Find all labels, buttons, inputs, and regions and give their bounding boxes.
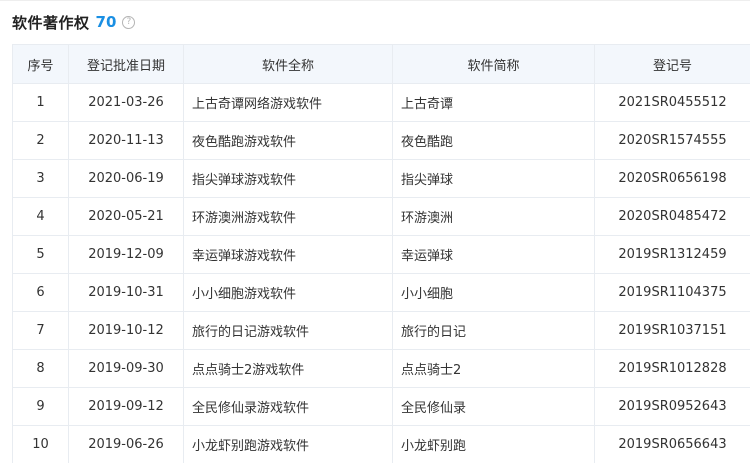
cell-full-name: 幸运弹球游戏软件 (183, 235, 393, 274)
cell-approval-date: 2019-12-09 (68, 235, 184, 274)
cell-registration-number: 2020SR0656198 (594, 159, 750, 198)
top-divider (0, 0, 750, 1)
cell-full-name: 全民修仙录游戏软件 (183, 387, 393, 426)
cell-approval-date: 2019-09-12 (68, 387, 184, 426)
cell-short-name: 小龙虾别跑 (392, 425, 595, 463)
cell-full-name: 点点骑士2游戏软件 (183, 349, 393, 388)
table-row: 5 2019-12-09 幸运弹球游戏软件 幸运弹球 2019SR1312459 (12, 235, 750, 274)
cell-registration-number: 2019SR1037151 (594, 311, 750, 350)
cell-index: 2 (12, 121, 69, 160)
table-row: 6 2019-10-31 小小细胞游戏软件 小小细胞 2019SR1104375 (12, 273, 750, 312)
cell-approval-date: 2020-06-19 (68, 159, 184, 198)
cell-short-name: 夜色酷跑 (392, 121, 595, 160)
table-row: 10 2019-06-26 小龙虾别跑游戏软件 小龙虾别跑 2019SR0656… (12, 425, 750, 463)
cell-registration-number: 2020SR0485472 (594, 197, 750, 236)
cell-short-name: 旅行的日记 (392, 311, 595, 350)
cell-short-name: 小小细胞 (392, 273, 595, 312)
cell-approval-date: 2020-11-13 (68, 121, 184, 160)
table-row: 4 2020-05-21 环游澳洲游戏软件 环游澳洲 2020SR0485472 (12, 197, 750, 236)
table-row: 8 2019-09-30 点点骑士2游戏软件 点点骑士2 2019SR10128… (12, 349, 750, 388)
section-count: 70 (95, 13, 117, 31)
cell-index: 10 (12, 425, 69, 463)
cell-short-name: 上古奇谭 (392, 83, 595, 122)
cell-registration-number: 2019SR0656643 (594, 425, 750, 463)
cell-registration-number: 2019SR1104375 (594, 273, 750, 312)
column-header-index: 序号 (12, 44, 69, 84)
column-header-short-name: 软件简称 (392, 44, 595, 84)
cell-short-name: 全民修仙录 (392, 387, 595, 426)
cell-index: 5 (12, 235, 69, 274)
section-header: 软件著作权 70 ? (12, 11, 136, 33)
cell-full-name: 小小细胞游戏软件 (183, 273, 393, 312)
cell-index: 9 (12, 387, 69, 426)
table-row: 1 2021-03-26 上古奇谭网络游戏软件 上古奇谭 2021SR04555… (12, 83, 750, 122)
software-copyright-table: 序号 登记批准日期 软件全称 软件简称 登记号 1 2021-03-26 上古奇… (12, 44, 750, 463)
cell-registration-number: 2019SR1312459 (594, 235, 750, 274)
cell-index: 4 (12, 197, 69, 236)
cell-full-name: 夜色酷跑游戏软件 (183, 121, 393, 160)
cell-registration-number: 2019SR1012828 (594, 349, 750, 388)
cell-approval-date: 2020-05-21 (68, 197, 184, 236)
cell-short-name: 环游澳洲 (392, 197, 595, 236)
column-header-approval-date: 登记批准日期 (68, 44, 184, 84)
cell-short-name: 指尖弹球 (392, 159, 595, 198)
cell-approval-date: 2019-09-30 (68, 349, 184, 388)
table-row: 2 2020-11-13 夜色酷跑游戏软件 夜色酷跑 2020SR1574555 (12, 121, 750, 160)
cell-index: 3 (12, 159, 69, 198)
question-circle-icon[interactable]: ? (122, 15, 136, 29)
cell-approval-date: 2021-03-26 (68, 83, 184, 122)
cell-registration-number: 2021SR0455512 (594, 83, 750, 122)
cell-short-name: 幸运弹球 (392, 235, 595, 274)
column-header-registration-number: 登记号 (594, 44, 750, 84)
cell-index: 8 (12, 349, 69, 388)
cell-short-name: 点点骑士2 (392, 349, 595, 388)
cell-index: 1 (12, 83, 69, 122)
cell-registration-number: 2020SR1574555 (594, 121, 750, 160)
cell-full-name: 指尖弹球游戏软件 (183, 159, 393, 198)
cell-index: 6 (12, 273, 69, 312)
section-title: 软件著作权 (12, 13, 90, 32)
cell-full-name: 上古奇谭网络游戏软件 (183, 83, 393, 122)
cell-registration-number: 2019SR0952643 (594, 387, 750, 426)
cell-index: 7 (12, 311, 69, 350)
table-row: 3 2020-06-19 指尖弹球游戏软件 指尖弹球 2020SR0656198 (12, 159, 750, 198)
cell-approval-date: 2019-10-12 (68, 311, 184, 350)
cell-full-name: 环游澳洲游戏软件 (183, 197, 393, 236)
table-header-row: 序号 登记批准日期 软件全称 软件简称 登记号 (12, 44, 750, 84)
table-row: 7 2019-10-12 旅行的日记游戏软件 旅行的日记 2019SR10371… (12, 311, 750, 350)
table-row: 9 2019-09-12 全民修仙录游戏软件 全民修仙录 2019SR09526… (12, 387, 750, 426)
cell-full-name: 旅行的日记游戏软件 (183, 311, 393, 350)
cell-full-name: 小龙虾别跑游戏软件 (183, 425, 393, 463)
column-header-full-name: 软件全称 (183, 44, 393, 84)
cell-approval-date: 2019-10-31 (68, 273, 184, 312)
cell-approval-date: 2019-06-26 (68, 425, 184, 463)
